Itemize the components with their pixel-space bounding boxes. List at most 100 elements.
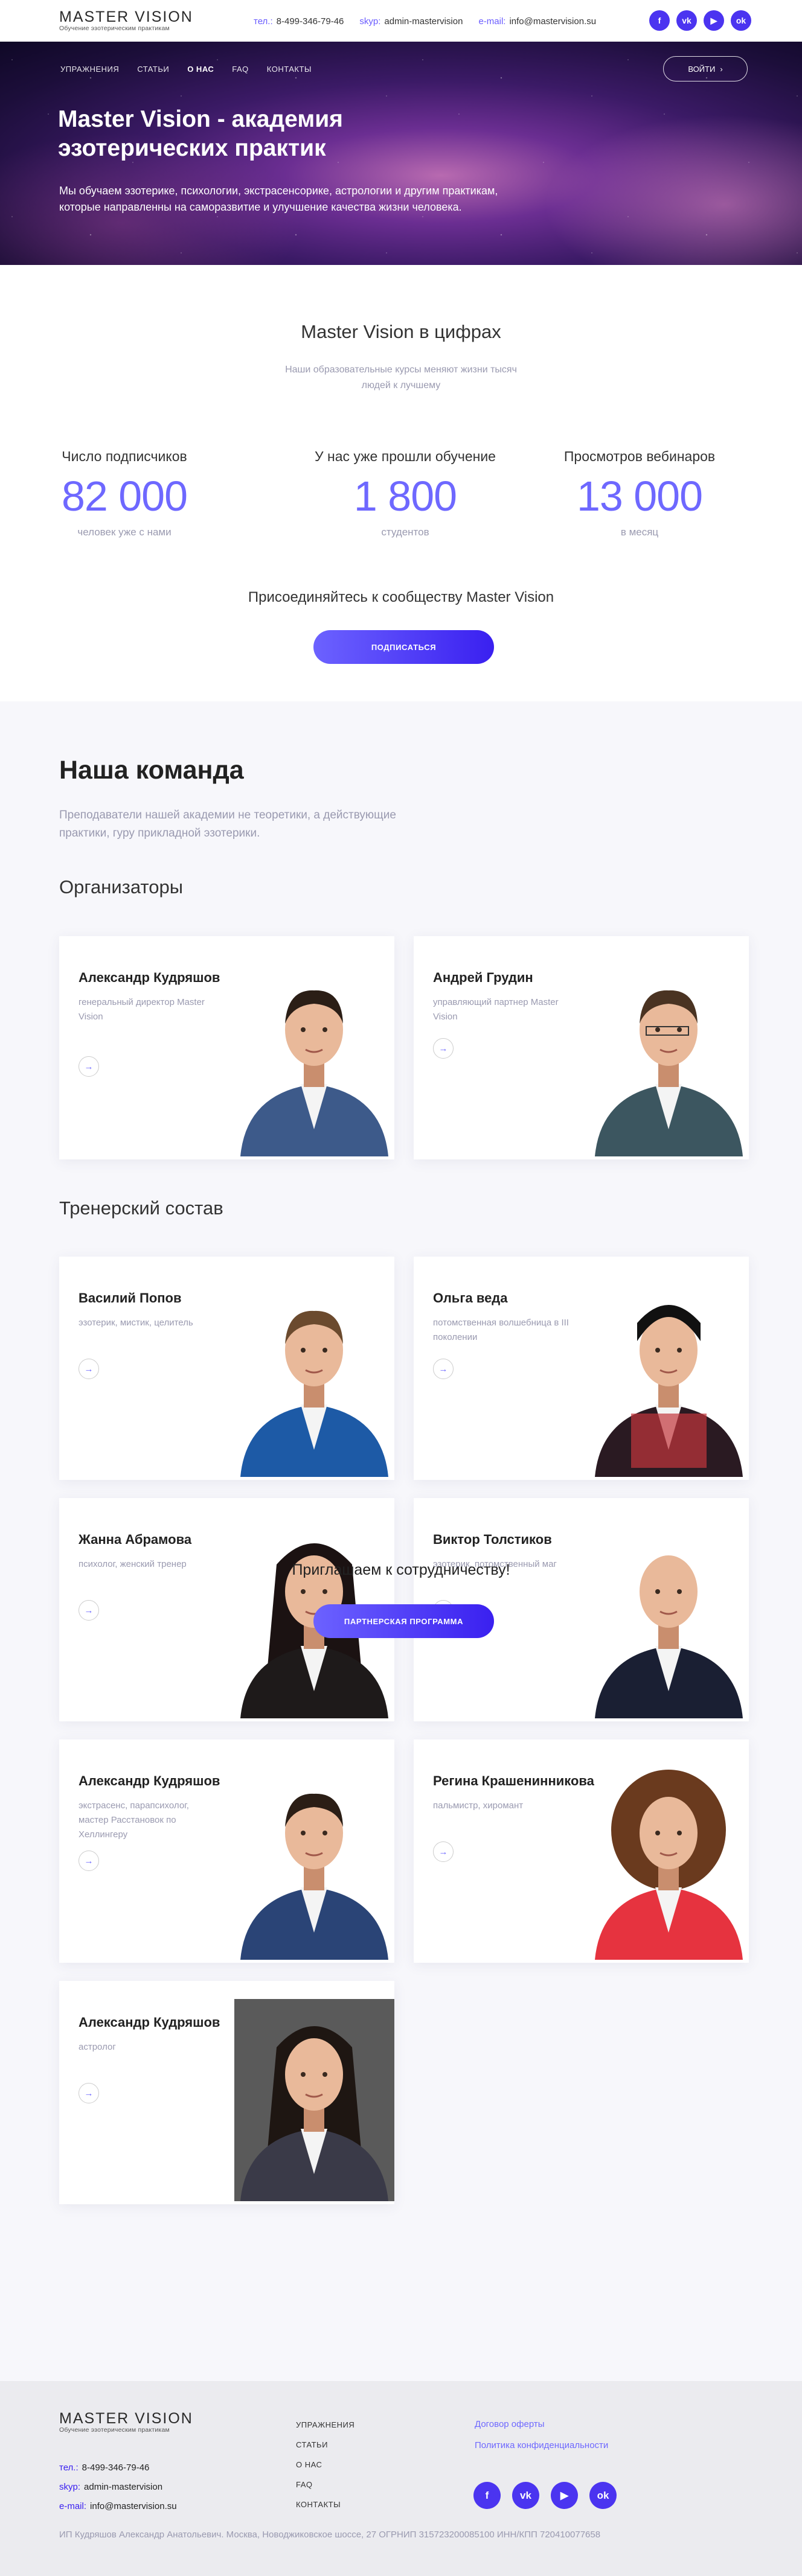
footer-nav-item-4[interactable]: КОНТАКТЫ xyxy=(296,2495,354,2514)
footer-nav: УПРАЖНЕНИЯ СТАТЬИ О НАС FAQ КОНТАКТЫ xyxy=(296,2415,354,2514)
stat-webinar-views: Просмотров вебинаров 13 000 в месяц xyxy=(563,448,716,538)
team-card[interactable]: Василий Попов эзотерик, мистик, целитель… xyxy=(59,1257,394,1480)
chevron-right-icon: › xyxy=(720,64,723,74)
logo[interactable]: Master Vision Обучение эзотерическим пра… xyxy=(59,8,193,33)
team-card[interactable]: Александр Кудряшов экстрасенс, парапсихо… xyxy=(59,1739,394,1963)
footer-logo[interactable]: Master Vision Обучение эзотерическим пра… xyxy=(59,2411,193,2434)
team-card[interactable]: Андрей Грудин управляющий партнер Master… xyxy=(414,936,749,1159)
phone-value[interactable]: 8-499-346-79-46 xyxy=(277,16,344,27)
footer-contacts: тел.: 8-499-346-79-46 skyp: admin-mastervi… xyxy=(59,2463,177,2511)
person-name: Ольга веда xyxy=(433,1290,508,1306)
person-photo xyxy=(589,954,749,1159)
vk-icon[interactable]: vk xyxy=(676,10,697,31)
subscribe-button[interactable]: ПОДПИСАТЬСЯ xyxy=(313,630,494,664)
join-text: Присоединяйтесь к сообществу Master Visi… xyxy=(248,589,554,605)
hero-text: Мы обучаем эзотерике, психологии, экстра… xyxy=(59,185,498,213)
stats-subtitle: Наши образовательные курсы меняют жизни … xyxy=(285,365,517,391)
footer-docs: Договор оферты Политика конфиденциальнос… xyxy=(475,2414,608,2456)
team-card[interactable]: Ольга веда потомственная волшебница в II… xyxy=(414,1257,749,1480)
arrow-right-icon[interactable]: → xyxy=(433,1038,454,1059)
main-nav: УПРАЖНЕНИЯ СТАТЬИ О НАС FAQ КОНТАКТЫ xyxy=(60,65,312,74)
header-socials: f vk ▶ ok xyxy=(649,10,751,31)
offer-link[interactable]: Договор оферты xyxy=(475,2414,608,2435)
email: e-mail: info@mastervision.su xyxy=(478,16,597,27)
person-role: управляющий партнер Master Vision xyxy=(433,997,559,1022)
header-contacts: тел.: 8-499-346-79-46 skyp: admin-mastervi… xyxy=(254,16,596,27)
stat-subscribers: Число подписчиков 82 000 человек уже с н… xyxy=(61,448,188,538)
arrow-right-icon[interactable]: → xyxy=(79,1359,99,1379)
coop-text: Приглашаем к сотрудничеству! xyxy=(292,1561,510,1578)
login-button[interactable]: ВОЙТИ › xyxy=(663,56,748,81)
person-role: потомственная волшебница в III поколении xyxy=(433,1318,569,1342)
person-name: Александр Кудряшов xyxy=(79,1773,220,1788)
stat-students: У нас уже прошли обучение 1 800 студенто… xyxy=(315,448,496,538)
person-role: пальмистр, хиромант xyxy=(433,1800,524,1811)
person-name: Александр Кудряшов xyxy=(79,970,220,985)
footer-nav-item-3[interactable]: FAQ xyxy=(296,2475,354,2495)
footer-socials: f vk ▶ ok xyxy=(473,2482,617,2509)
skype: skyp: admin-mastervision xyxy=(359,16,463,27)
person-name: Андрей Грудин xyxy=(433,970,533,985)
person-photo xyxy=(234,1999,394,2204)
odnoklassniki-icon[interactable]: ok xyxy=(589,2482,617,2509)
arrow-right-icon[interactable]: → xyxy=(433,1359,454,1379)
privacy-link[interactable]: Политика конфиденциальности xyxy=(475,2435,608,2456)
email-value[interactable]: info@mastervision.su xyxy=(509,16,596,27)
person-name: Александр Кудряшов xyxy=(79,2015,220,2030)
nav-item-3[interactable]: FAQ xyxy=(232,65,249,74)
nav-item-1[interactable]: СТАТЬИ xyxy=(137,65,169,74)
arrow-right-icon[interactable]: → xyxy=(79,1600,99,1621)
person-role: генеральный директор Master Vision xyxy=(79,997,205,1022)
footer-nav-item-0[interactable]: УПРАЖНЕНИЯ xyxy=(296,2415,354,2435)
person-photo xyxy=(589,1758,749,1963)
team-title: Наша команда xyxy=(59,756,244,785)
stats-section: Master Vision в цифрах Наши образователь… xyxy=(0,266,802,701)
logo-brand: Master Vision xyxy=(59,8,193,25)
youtube-icon[interactable]: ▶ xyxy=(704,10,724,31)
arrow-right-icon[interactable]: → xyxy=(79,1056,99,1077)
footer-nav-item-2[interactable]: О НАС xyxy=(296,2455,354,2475)
trainers-title: Тренерский состав xyxy=(59,1197,223,1219)
team-card[interactable]: Регина Крашенинникова пальмистр, хироман… xyxy=(414,1739,749,1963)
team-card[interactable]: Александр Кудряшов генеральный директор … xyxy=(59,936,394,1159)
facebook-icon[interactable]: f xyxy=(473,2482,501,2509)
person-photo xyxy=(234,1758,394,1963)
person-role: экстрасенс, парапсихолог, мастер Расстан… xyxy=(79,1800,189,1840)
nav-item-0[interactable]: УПРАЖНЕНИЯ xyxy=(60,65,119,74)
nav-item-2[interactable]: О НАС xyxy=(187,65,214,74)
partner-program-button[interactable]: ПАРТНЕРСКАЯ ПРОГРАММА xyxy=(313,1604,494,1638)
stats-title: Master Vision в цифрах xyxy=(301,321,501,342)
hero-banner: УПРАЖНЕНИЯ СТАТЬИ О НАС FAQ КОНТАКТЫ ВОЙТИ › … xyxy=(0,42,802,265)
nav-item-4[interactable]: КОНТАКТЫ xyxy=(267,65,312,74)
arrow-right-icon[interactable]: → xyxy=(433,1841,454,1862)
person-name: Регина Крашенинникова xyxy=(433,1773,594,1788)
person-photo xyxy=(589,1275,749,1480)
footer-phone[interactable]: 8-499-346-79-46 xyxy=(82,2463,150,2473)
odnoklassniki-icon[interactable]: ok xyxy=(731,10,751,31)
skype-value[interactable]: admin-mastervision xyxy=(384,16,463,27)
footer-email[interactable]: info@mastervision.su xyxy=(90,2501,177,2511)
person-role: астролог xyxy=(79,2042,116,2052)
person-photo xyxy=(234,1275,394,1480)
top-bar: Master Vision Обучение эзотерическим пра… xyxy=(0,0,802,41)
phone: тел.: 8-499-346-79-46 xyxy=(254,16,344,27)
person-name: Виктор Толстиков xyxy=(433,1532,552,1547)
person-role: эзотерик, мистик, целитель xyxy=(79,1318,193,1328)
footer-nav-item-1[interactable]: СТАТЬИ xyxy=(296,2435,354,2455)
hero-title: Master Vision - академия эзотерических п… xyxy=(58,106,343,161)
organizers-title: Организаторы xyxy=(59,876,184,897)
arrow-right-icon[interactable]: → xyxy=(79,1851,99,1871)
facebook-icon[interactable]: f xyxy=(649,10,670,31)
footer-skype[interactable]: admin-mastervision xyxy=(84,2482,162,2492)
legal-info: ИП Кудряшов Александр Анатольевич. Москв… xyxy=(59,2530,601,2540)
team-card[interactable]: Александр Кудряшов астролог → xyxy=(59,1981,394,2204)
vk-icon[interactable]: vk xyxy=(512,2482,539,2509)
youtube-icon[interactable]: ▶ xyxy=(551,2482,578,2509)
team-lead: Преподаватели нашей академии не теоретик… xyxy=(59,809,396,840)
person-name: Василий Попов xyxy=(79,1290,182,1306)
person-name: Жанна Абрамова xyxy=(79,1532,192,1547)
team-section: Наша команда Преподаватели нашей академи… xyxy=(0,701,802,2381)
arrow-right-icon[interactable]: → xyxy=(79,2083,99,2103)
person-photo xyxy=(234,954,394,1159)
logo-tagline: Обучение эзотерическим практикам xyxy=(59,25,170,32)
